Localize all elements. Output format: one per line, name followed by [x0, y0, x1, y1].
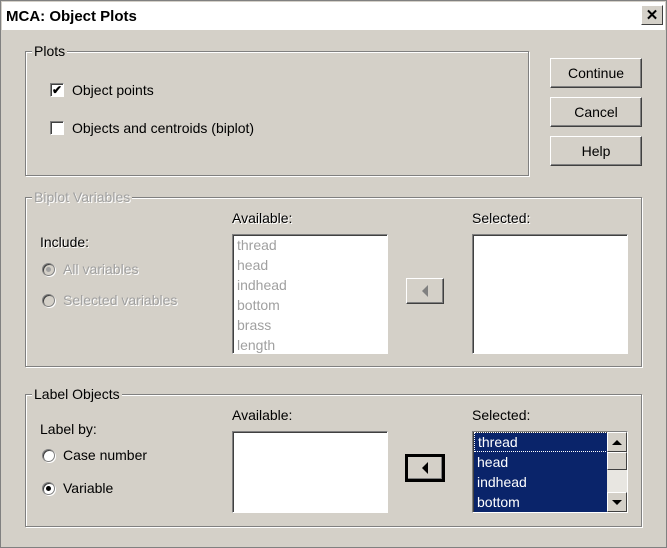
list-item[interactable]: thread — [474, 432, 626, 452]
variable-radio[interactable] — [42, 481, 55, 495]
object-plots-dialog: MCA: Object Plots ✕ Plots ✔ Object point… — [0, 0, 667, 548]
help-button[interactable]: Help — [550, 136, 642, 166]
list-item[interactable]: brass — [233, 315, 387, 335]
list-item[interactable]: head — [473, 452, 627, 472]
cancel-button[interactable]: Cancel — [550, 97, 642, 127]
object-points-label: Object points — [72, 82, 154, 98]
biplot-selected-label: Selected: — [472, 210, 531, 226]
chevron-up-icon — [612, 439, 622, 445]
case-number-radio[interactable] — [42, 448, 55, 462]
list-item[interactable]: head — [233, 255, 387, 275]
label-available-label: Available: — [232, 407, 293, 423]
list-item[interactable]: indhead — [233, 275, 387, 295]
list-item[interactable]: thread — [233, 235, 387, 255]
selected-variables-radio[interactable] — [42, 293, 55, 307]
biplot-move-button[interactable] — [406, 278, 444, 304]
object-points-checkbox-row[interactable]: ✔ Object points — [50, 82, 154, 98]
close-icon: ✕ — [645, 7, 659, 24]
biplot-available-list[interactable]: thread head indhead bottom brass length — [232, 234, 388, 354]
biplot-available-label: Available: — [232, 210, 293, 226]
all-variables-radio-row[interactable]: All variables — [42, 261, 138, 277]
objects-centroids-label: Objects and centroids (biplot) — [72, 120, 255, 136]
object-points-checkbox[interactable]: ✔ — [50, 83, 64, 97]
all-variables-radio[interactable] — [42, 262, 55, 276]
selected-variables-label: Selected variables — [63, 292, 178, 308]
scroll-up-button[interactable] — [607, 432, 627, 452]
arrow-left-icon — [422, 462, 428, 474]
window-title: MCA: Object Plots — [6, 7, 137, 25]
biplot-variables-group: Biplot Variables Include: All variables … — [25, 189, 642, 367]
objects-centroids-checkbox-row[interactable]: Objects and centroids (biplot) — [50, 120, 254, 136]
list-item[interactable]: bottom — [473, 492, 627, 512]
variable-radio-row[interactable]: Variable — [42, 480, 113, 496]
check-icon: ✔ — [51, 83, 63, 97]
close-button[interactable]: ✕ — [641, 5, 663, 25]
cancel-label: Cancel — [574, 104, 618, 120]
arrow-left-icon — [422, 285, 428, 297]
case-number-radio-row[interactable]: Case number — [42, 447, 147, 463]
scroll-down-button[interactable] — [607, 492, 627, 512]
case-number-label: Case number — [63, 447, 148, 463]
label-available-list[interactable] — [232, 431, 388, 513]
label-by-label: Label by: — [40, 421, 97, 437]
biplot-selected-list[interactable] — [472, 234, 628, 354]
objects-centroids-checkbox[interactable] — [50, 121, 64, 135]
list-item[interactable]: length — [233, 335, 387, 353]
continue-button[interactable]: Continue — [550, 58, 642, 88]
label-selected-label: Selected: — [472, 407, 531, 423]
plots-legend: Plots — [32, 43, 68, 59]
include-label: Include: — [40, 234, 90, 250]
help-label: Help — [581, 143, 611, 159]
label-objects-group: Label Objects Label by: Case number Vari… — [25, 386, 642, 527]
variable-label: Variable — [63, 480, 114, 496]
continue-label: Continue — [567, 65, 625, 81]
label-move-button[interactable] — [405, 454, 445, 482]
title-bar: MCA: Object Plots ✕ — [2, 2, 665, 30]
selected-list-scrollbar[interactable] — [607, 432, 627, 512]
all-variables-label: All variables — [63, 261, 139, 277]
selected-variables-radio-row[interactable]: Selected variables — [42, 292, 177, 308]
list-item[interactable]: bottom — [233, 295, 387, 315]
plots-group: Plots ✔ Object points Objects and centro… — [25, 43, 529, 176]
list-item[interactable]: indhead — [473, 472, 627, 492]
label-selected-list[interactable]: thread head indhead bottom — [472, 431, 628, 513]
scroll-thumb[interactable] — [607, 452, 627, 470]
biplot-legend: Biplot Variables — [32, 189, 133, 205]
chevron-down-icon — [612, 499, 622, 505]
label-objects-legend: Label Objects — [32, 386, 122, 402]
